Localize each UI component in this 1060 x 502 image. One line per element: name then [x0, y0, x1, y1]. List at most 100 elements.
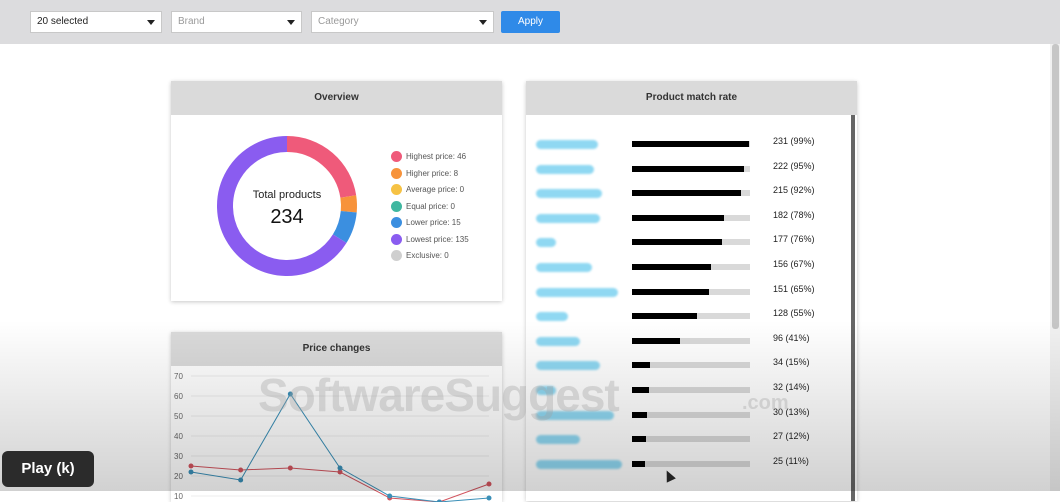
- y-tick-label: 10: [174, 492, 183, 501]
- match-row: 177 (76%): [526, 233, 846, 258]
- match-value: 96 (41%): [773, 333, 810, 343]
- legend-item[interactable]: Higher price: 8: [391, 168, 469, 185]
- legend-item[interactable]: Equal price: 0: [391, 201, 469, 218]
- redacted-product-name: [536, 435, 580, 444]
- redacted-product-name: [536, 263, 592, 272]
- data-point[interactable]: [338, 466, 343, 471]
- data-point[interactable]: [189, 470, 194, 475]
- redacted-product-name: [536, 165, 594, 174]
- match-row: 222 (95%): [526, 160, 846, 185]
- match-bar-fill: [632, 436, 646, 442]
- chevron-down-icon: [147, 20, 155, 25]
- y-tick-label: 60: [174, 392, 183, 401]
- match-bar-track: [632, 461, 750, 467]
- data-point[interactable]: [387, 494, 392, 499]
- legend-swatch: [391, 201, 402, 212]
- match-bar-fill: [632, 338, 680, 344]
- match-row: 231 (99%): [526, 135, 846, 160]
- y-tick-label: 50: [174, 412, 183, 421]
- match-value: 215 (92%): [773, 185, 815, 195]
- redacted-product-name: [536, 214, 600, 223]
- match-value: 27 (12%): [773, 431, 810, 441]
- match-row: 215 (92%): [526, 184, 846, 209]
- play-tooltip: Play (k): [2, 451, 94, 487]
- match-bar-fill: [632, 264, 711, 270]
- match-bar-fill: [632, 190, 741, 196]
- y-tick-label: 40: [174, 432, 183, 441]
- data-point[interactable]: [487, 482, 492, 487]
- legend-item[interactable]: Lower price: 15: [391, 217, 469, 234]
- redacted-product-name: [536, 189, 602, 198]
- match-value: 34 (15%): [773, 357, 810, 367]
- legend-item[interactable]: Average price: 0: [391, 184, 469, 201]
- legend-swatch: [391, 217, 402, 228]
- filter-toolbar: 20 selected Brand Category Apply: [0, 0, 1060, 44]
- apply-button[interactable]: Apply: [501, 11, 560, 33]
- match-row: 96 (41%): [526, 332, 846, 357]
- y-tick-label: 30: [174, 452, 183, 461]
- match-bar-fill: [632, 289, 709, 295]
- match-value: 128 (55%): [773, 308, 815, 318]
- product-match-title: Product match rate: [526, 81, 857, 115]
- legend-label: Exclusive: 0: [406, 251, 449, 260]
- match-value: 25 (11%): [773, 456, 809, 466]
- match-bar-fill: [632, 239, 722, 245]
- redacted-product-name: [536, 140, 598, 149]
- brand-dropdown[interactable]: Brand: [171, 11, 302, 33]
- match-bar-track: [632, 362, 750, 368]
- match-bar-fill: [632, 313, 697, 319]
- match-value: 156 (67%): [773, 259, 815, 269]
- match-value: 151 (65%): [773, 284, 815, 294]
- match-row: 182 (78%): [526, 209, 846, 234]
- data-point[interactable]: [238, 468, 243, 473]
- match-row: 27 (12%): [526, 430, 846, 455]
- match-bar-track: [632, 313, 750, 319]
- match-row: 25 (11%): [526, 455, 846, 480]
- match-value: 182 (78%): [773, 210, 815, 220]
- category-placeholder: Category: [318, 16, 359, 27]
- legend-label: Average price: 0: [406, 185, 464, 194]
- data-point[interactable]: [189, 464, 194, 469]
- selection-dropdown[interactable]: 20 selected: [30, 11, 162, 33]
- match-row: 128 (55%): [526, 307, 846, 332]
- selection-value: 20 selected: [37, 16, 88, 27]
- match-bar-track: [632, 264, 750, 270]
- data-point[interactable]: [487, 496, 492, 501]
- watermark-suffix: .com: [742, 392, 789, 415]
- total-products-value: 234: [212, 206, 362, 229]
- redacted-product-name: [536, 288, 618, 297]
- match-bar-track: [632, 166, 750, 172]
- match-bar-track: [632, 190, 750, 196]
- match-value: 177 (76%): [773, 234, 815, 244]
- chevron-down-icon: [479, 20, 487, 25]
- redacted-product-name: [536, 312, 568, 321]
- match-bar-fill: [632, 461, 645, 467]
- total-products-label: Total products: [212, 189, 362, 201]
- legend-label: Highest price: 46: [406, 152, 466, 161]
- match-bar-track: [632, 412, 750, 418]
- data-point[interactable]: [288, 466, 293, 471]
- match-bar-track: [632, 141, 750, 147]
- legend-item[interactable]: Exclusive: 0: [391, 250, 469, 267]
- product-match-scrollbar[interactable]: [851, 115, 855, 501]
- match-bar-fill: [632, 362, 650, 368]
- y-tick-label: 20: [174, 472, 183, 481]
- legend-label: Lowest price: 135: [406, 235, 469, 244]
- match-bar-fill: [632, 387, 649, 393]
- legend-item[interactable]: Lowest price: 135: [391, 234, 469, 251]
- category-dropdown[interactable]: Category: [311, 11, 494, 33]
- match-bar-fill: [632, 166, 744, 172]
- price-changes-title: Price changes: [171, 332, 502, 366]
- match-row: 151 (65%): [526, 283, 846, 308]
- match-value: 231 (99%): [773, 136, 815, 146]
- data-point[interactable]: [238, 478, 243, 483]
- legend-swatch: [391, 250, 402, 261]
- match-bar-track: [632, 289, 750, 295]
- match-row: 156 (67%): [526, 258, 846, 283]
- match-bar-track: [632, 436, 750, 442]
- legend-swatch: [391, 234, 402, 245]
- page-scrollbar-thumb[interactable]: [1052, 44, 1059, 329]
- match-bar-track: [632, 239, 750, 245]
- legend-item[interactable]: Highest price: 46: [391, 151, 469, 168]
- overview-card: Overview Total products 234 Highest pric…: [171, 81, 502, 301]
